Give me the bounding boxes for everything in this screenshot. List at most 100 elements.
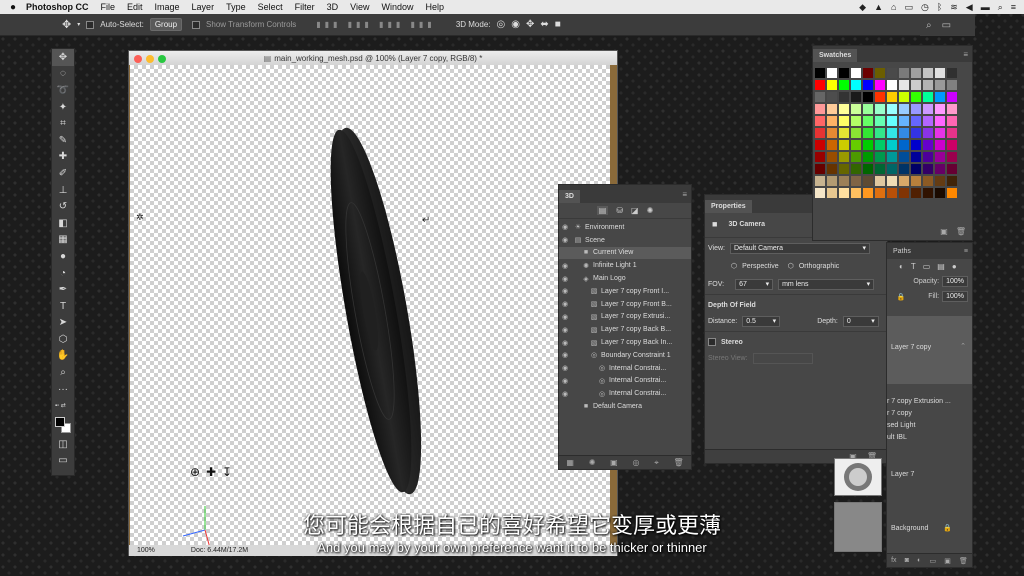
- swatch[interactable]: [947, 140, 957, 150]
- swatch[interactable]: [899, 80, 909, 90]
- swatch[interactable]: [863, 68, 873, 78]
- swatch[interactable]: [851, 116, 861, 126]
- menu-type[interactable]: Type: [226, 2, 246, 12]
- lock-icon[interactable]: 🔒: [896, 293, 905, 301]
- auto-select-dropdown[interactable]: Group: [149, 18, 183, 31]
- orbit-icon[interactable]: ◎: [497, 19, 506, 30]
- swatch[interactable]: [851, 140, 861, 150]
- swatch[interactable]: [911, 152, 921, 162]
- swatch[interactable]: [887, 68, 897, 78]
- menu-3d[interactable]: 3D: [327, 2, 339, 12]
- blur-tool-icon[interactable]: ●: [52, 248, 74, 265]
- trash-icon[interactable]: 🗑: [959, 557, 968, 565]
- target-icon[interactable]: ⌖: [654, 458, 659, 468]
- swatch[interactable]: [863, 104, 873, 114]
- add-camera-icon[interactable]: ▣: [610, 458, 618, 467]
- swatch[interactable]: [935, 92, 945, 102]
- swatch[interactable]: [827, 128, 837, 138]
- drag-icon[interactable]: ✥: [526, 19, 534, 30]
- visibility-eye-icon[interactable]: ◉: [559, 262, 571, 270]
- swatch[interactable]: [815, 80, 825, 90]
- swatch[interactable]: [887, 140, 897, 150]
- swatch[interactable]: [935, 116, 945, 126]
- swatch[interactable]: [875, 176, 885, 186]
- distance-input[interactable]: 0.5 ▾: [742, 315, 781, 327]
- swatch[interactable]: [887, 188, 897, 198]
- swatch[interactable]: [887, 116, 897, 126]
- trash-icon[interactable]: 🗑: [956, 227, 966, 236]
- tab-3d[interactable]: 3D: [559, 190, 580, 203]
- type-tool-icon[interactable]: T: [52, 298, 74, 315]
- display-icon[interactable]: ▭: [904, 2, 913, 13]
- visibility-eye-icon[interactable]: ◉: [559, 313, 571, 321]
- swatch[interactable]: [875, 152, 885, 162]
- swatch[interactable]: [815, 164, 825, 174]
- scene-item[interactable]: ■ Default Camera: [559, 400, 691, 413]
- swatch[interactable]: [875, 80, 885, 90]
- stereo-view-dropdown[interactable]: [752, 352, 813, 364]
- brush-tool-icon[interactable]: ✐: [52, 165, 74, 182]
- swatch[interactable]: [827, 188, 837, 198]
- auto-select-checkbox[interactable]: [86, 20, 95, 29]
- swatch[interactable]: [875, 140, 885, 150]
- swatch[interactable]: [947, 104, 957, 114]
- visibility-eye-icon[interactable]: ◉: [559, 364, 571, 372]
- scene-item[interactable]: ◉ ▧ Layer 7 copy Front B...: [559, 298, 691, 311]
- swatch[interactable]: [923, 152, 933, 162]
- swatch[interactable]: [935, 152, 945, 162]
- swatch[interactable]: [851, 176, 861, 186]
- search-icon[interactable]: ⌕: [926, 20, 932, 31]
- scene-item[interactable]: ◉ ▧ Layer 7 copy Back In...: [559, 336, 691, 349]
- swatch[interactable]: [935, 140, 945, 150]
- shape-tool-icon[interactable]: ⬡: [52, 331, 74, 348]
- panel-menu-icon[interactable]: ≡: [682, 190, 687, 199]
- video-camera-icon[interactable]: ■: [555, 19, 561, 30]
- visibility-eye-icon[interactable]: ◉: [559, 223, 571, 231]
- scene-item[interactable]: ◉ ▧ Layer 7 copy Back B...: [559, 323, 691, 336]
- swatch[interactable]: [863, 92, 873, 102]
- scene-item[interactable]: ◉ ✺ Infinite Light 1: [559, 259, 691, 272]
- swatch[interactable]: [899, 164, 909, 174]
- swatch[interactable]: [899, 176, 909, 186]
- path-selection-icon[interactable]: ➤: [52, 315, 74, 332]
- swatch[interactable]: [911, 176, 921, 186]
- sublayer-row[interactable]: ult IBL: [887, 432, 972, 444]
- app-name[interactable]: Photoshop CC: [26, 2, 89, 12]
- smart-filter-icon[interactable]: ▤: [937, 262, 945, 271]
- swatch[interactable]: [863, 188, 873, 198]
- opacity-input[interactable]: 100%: [942, 276, 968, 287]
- swatch[interactable]: [935, 80, 945, 90]
- fx-icon[interactable]: fx: [891, 557, 896, 564]
- eyedropper-icon[interactable]: ✎: [52, 132, 74, 149]
- swatch[interactable]: [851, 80, 861, 90]
- swatch[interactable]: [887, 80, 897, 90]
- transform-controls-checkbox[interactable]: [192, 20, 201, 29]
- depth-input[interactable]: 0 ▾: [842, 315, 879, 327]
- color-swatches-icon[interactable]: [52, 414, 74, 436]
- swatch[interactable]: [899, 68, 909, 78]
- swatch[interactable]: [887, 104, 897, 114]
- tab-paths[interactable]: Paths: [893, 248, 911, 255]
- swatch[interactable]: [935, 176, 945, 186]
- sublayer-row[interactable]: sed Light: [887, 420, 972, 432]
- swatch[interactable]: [851, 188, 861, 198]
- adjustment-icon[interactable]: ◐: [917, 557, 921, 564]
- swatch[interactable]: [947, 188, 957, 198]
- swatch[interactable]: [839, 68, 849, 78]
- visibility-eye-icon[interactable]: ◉: [559, 300, 571, 308]
- swatch[interactable]: [887, 164, 897, 174]
- swatch[interactable]: [863, 164, 873, 174]
- materials-icon[interactable]: ◪: [631, 206, 639, 215]
- chevron-up-icon[interactable]: ⌃: [960, 342, 966, 350]
- swatch[interactable]: [839, 128, 849, 138]
- perspective-icon[interactable]: ⬡: [731, 262, 737, 270]
- swatch[interactable]: [923, 80, 933, 90]
- default-colors-icon[interactable]: ▪▫ ⇄: [52, 397, 74, 414]
- dodge-tool-icon[interactable]: ◔: [52, 265, 74, 282]
- scene-item[interactable]: ◉ ▧ Layer 7 copy Front I...: [559, 285, 691, 298]
- swatch[interactable]: [935, 188, 945, 198]
- swatch[interactable]: [863, 140, 873, 150]
- swatch[interactable]: [839, 92, 849, 102]
- battery-icon[interactable]: ▬: [981, 2, 990, 12]
- swatch[interactable]: [827, 164, 837, 174]
